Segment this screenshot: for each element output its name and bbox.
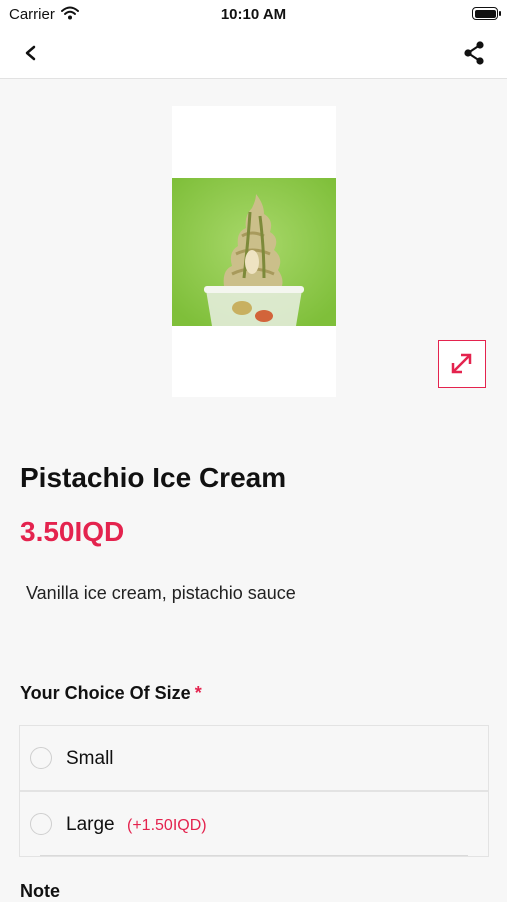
radio-button-small[interactable]: [30, 747, 52, 769]
size-option-label: Large: [66, 814, 115, 835]
size-option-extra-price: (+1.50IQD): [127, 817, 207, 834]
note-section-title: Note: [20, 881, 60, 901]
chevron-left-icon: [25, 45, 36, 61]
product-image-card[interactable]: [172, 106, 336, 397]
size-option-label: Small: [66, 748, 114, 769]
option-divider: [40, 855, 468, 856]
expand-image-button[interactable]: [438, 340, 486, 388]
product-image: [172, 178, 336, 326]
required-mark: *: [194, 683, 202, 703]
nav-bar: [0, 28, 507, 79]
product-description: Vanilla ice cream, pistachio sauce: [26, 583, 296, 603]
expand-icon: [451, 353, 472, 374]
back-button[interactable]: [16, 38, 46, 68]
size-section-title: Your Choice Of Size *: [20, 683, 202, 704]
status-bar: Carrier 10:10 AM: [0, 0, 507, 28]
product-name: Pistachio Ice Cream: [20, 462, 287, 493]
share-icon: [464, 41, 484, 65]
size-section-title-text: Your Choice Of Size: [20, 683, 191, 703]
size-option-large[interactable]: Large (+1.50IQD): [19, 791, 489, 857]
share-button[interactable]: [459, 38, 489, 68]
radio-button-large[interactable]: [30, 813, 52, 835]
status-time: 10:10 AM: [220, 6, 287, 23]
size-option-small[interactable]: Small: [19, 725, 489, 791]
battery-icon: [472, 7, 501, 20]
product-price: 3.50IQD: [20, 516, 125, 547]
